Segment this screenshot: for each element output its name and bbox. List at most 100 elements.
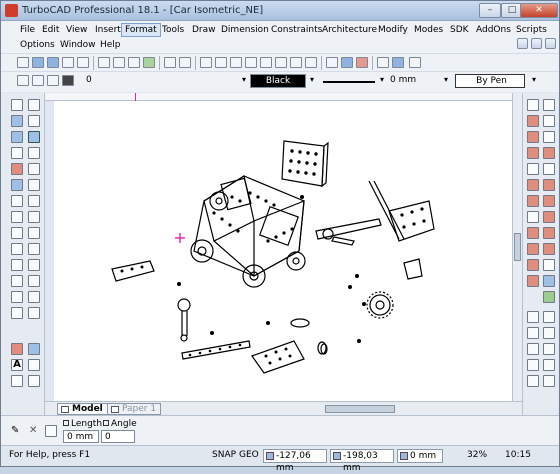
view-icon[interactable] [275, 57, 287, 68]
snap-parallel-icon[interactable] [543, 227, 555, 239]
save-icon[interactable] [47, 57, 59, 68]
curve-icon[interactable] [28, 195, 40, 207]
color-dropdown[interactable]: Black [250, 74, 306, 88]
new-file-icon[interactable] [17, 57, 29, 68]
snap-settings-icon[interactable] [543, 311, 555, 323]
circle-icon[interactable] [11, 179, 23, 191]
match-properties-icon[interactable] [32, 75, 44, 86]
menu-dimension[interactable]: Dimension [218, 24, 272, 36]
print-icon[interactable] [62, 57, 74, 68]
turbocad-logo-icon[interactable] [5, 4, 18, 17]
menu-file[interactable]: File [17, 24, 38, 36]
tab-model[interactable]: Model [57, 403, 108, 415]
line-width-field[interactable]: 0 mm [387, 74, 441, 88]
angle-input[interactable]: 0 [101, 430, 135, 443]
polyline-icon[interactable] [11, 147, 23, 159]
redraw-icon[interactable] [290, 57, 302, 68]
format-painter-icon[interactable] [143, 57, 155, 68]
line-icon[interactable] [28, 131, 40, 143]
zoom-in-icon[interactable] [200, 57, 212, 68]
chevron-down-icon[interactable]: ▾ [441, 74, 451, 88]
minimize-button[interactable]: – [479, 3, 501, 18]
snap-align-icon[interactable] [527, 227, 539, 239]
snap-angle-icon[interactable] [543, 179, 555, 191]
snap-vertex-icon[interactable] [527, 99, 539, 111]
menu-scripts[interactable]: Scripts [513, 24, 550, 36]
dimension-icon[interactable] [11, 343, 23, 355]
multi-text-icon[interactable] [28, 359, 40, 371]
snap-more-icon[interactable] [543, 375, 555, 387]
arc-icon[interactable] [11, 195, 23, 207]
doc-minimize-button[interactable] [517, 38, 528, 49]
offset-icon[interactable] [11, 275, 23, 287]
snap-toggle[interactable]: SNAP [212, 450, 236, 460]
extend-icon[interactable] [28, 259, 40, 271]
double-line-icon[interactable] [11, 227, 23, 239]
chevron-down-icon[interactable]: ▾ [529, 74, 539, 88]
explode-icon[interactable] [28, 307, 40, 319]
pen-dropdown[interactable]: By Pen [455, 74, 525, 88]
eraser-icon[interactable] [11, 131, 23, 143]
trim-icon[interactable] [11, 259, 23, 271]
text-tool-icon[interactable]: A [11, 359, 23, 371]
properties-icon[interactable] [17, 75, 29, 86]
copy-icon[interactable] [113, 57, 125, 68]
doc-restore-button[interactable] [531, 38, 542, 49]
snap-magnet-icon[interactable] [527, 311, 539, 323]
node-edit-icon[interactable] [28, 115, 40, 127]
rectangle-icon[interactable] [11, 163, 23, 175]
snap-grid-icon[interactable] [527, 163, 539, 175]
menu-architecture[interactable]: Architecture [319, 24, 380, 36]
geo-toggle[interactable]: GEO [239, 450, 259, 460]
paste-icon[interactable] [128, 57, 140, 68]
menu-constraints[interactable]: Constraints [268, 24, 325, 36]
spline-icon[interactable] [11, 211, 23, 223]
layer-dropdown[interactable]: 0 [83, 74, 247, 88]
snap-divide-icon[interactable] [543, 195, 555, 207]
snap-fraction-icon[interactable] [543, 243, 555, 255]
wireframe-icon[interactable] [305, 57, 317, 68]
select-arrow-icon[interactable] [28, 99, 40, 111]
close-button[interactable]: ✕ [520, 3, 558, 18]
fillet-icon[interactable] [11, 243, 23, 255]
snap-quick-icon[interactable] [527, 327, 539, 339]
snap-ortho-icon[interactable] [543, 163, 555, 175]
scale-icon[interactable] [28, 291, 40, 303]
snap-arc-center-icon[interactable] [527, 259, 539, 271]
tab-paper-1[interactable]: Paper 1 [107, 403, 162, 415]
snap-drawing-aid-icon[interactable] [527, 211, 539, 223]
ellipse-icon[interactable] [28, 179, 40, 191]
polygon-icon[interactable] [28, 163, 40, 175]
menu-edit[interactable]: Edit [39, 24, 62, 36]
snap-3d-icon[interactable] [543, 291, 555, 303]
snap-workplane-icon[interactable] [543, 275, 555, 287]
pan-icon[interactable] [260, 57, 272, 68]
snap-polar-icon[interactable] [527, 179, 539, 191]
chevron-down-icon[interactable]: ▾ [377, 74, 387, 88]
zoom-out-icon[interactable] [215, 57, 227, 68]
menu-insert[interactable]: Insert [92, 24, 124, 36]
menu-format[interactable]: Format [121, 23, 161, 37]
snap-track-icon[interactable] [543, 359, 555, 371]
menu-sdk[interactable]: SDK [447, 24, 472, 36]
select-icon[interactable] [326, 57, 338, 68]
workplane-icon[interactable] [392, 57, 404, 68]
menu-addons[interactable]: AddOns [473, 24, 514, 36]
menu-tools[interactable]: Tools [159, 24, 187, 36]
selection-filter-icon[interactable] [356, 57, 368, 68]
menu-modes[interactable]: Modes [411, 24, 446, 36]
undo-icon[interactable] [164, 57, 176, 68]
snap-hotpoint-icon[interactable] [527, 275, 539, 287]
snap-rotate-icon[interactable] [527, 375, 539, 387]
layers-icon[interactable] [377, 57, 389, 68]
close-icon[interactable]: ✕ [29, 425, 41, 437]
pan-hand-icon[interactable] [11, 99, 23, 111]
snap-tangent-arc-icon[interactable] [543, 327, 555, 339]
chamfer-icon[interactable] [28, 243, 40, 255]
insert-image-icon[interactable] [11, 375, 23, 387]
doc-close-button[interactable] [545, 38, 556, 49]
horizontal-scroll-thumb[interactable] [325, 405, 395, 413]
redo-icon[interactable] [179, 57, 191, 68]
menu-view[interactable]: View [63, 24, 90, 36]
visibility-eye-icon[interactable] [47, 75, 59, 86]
